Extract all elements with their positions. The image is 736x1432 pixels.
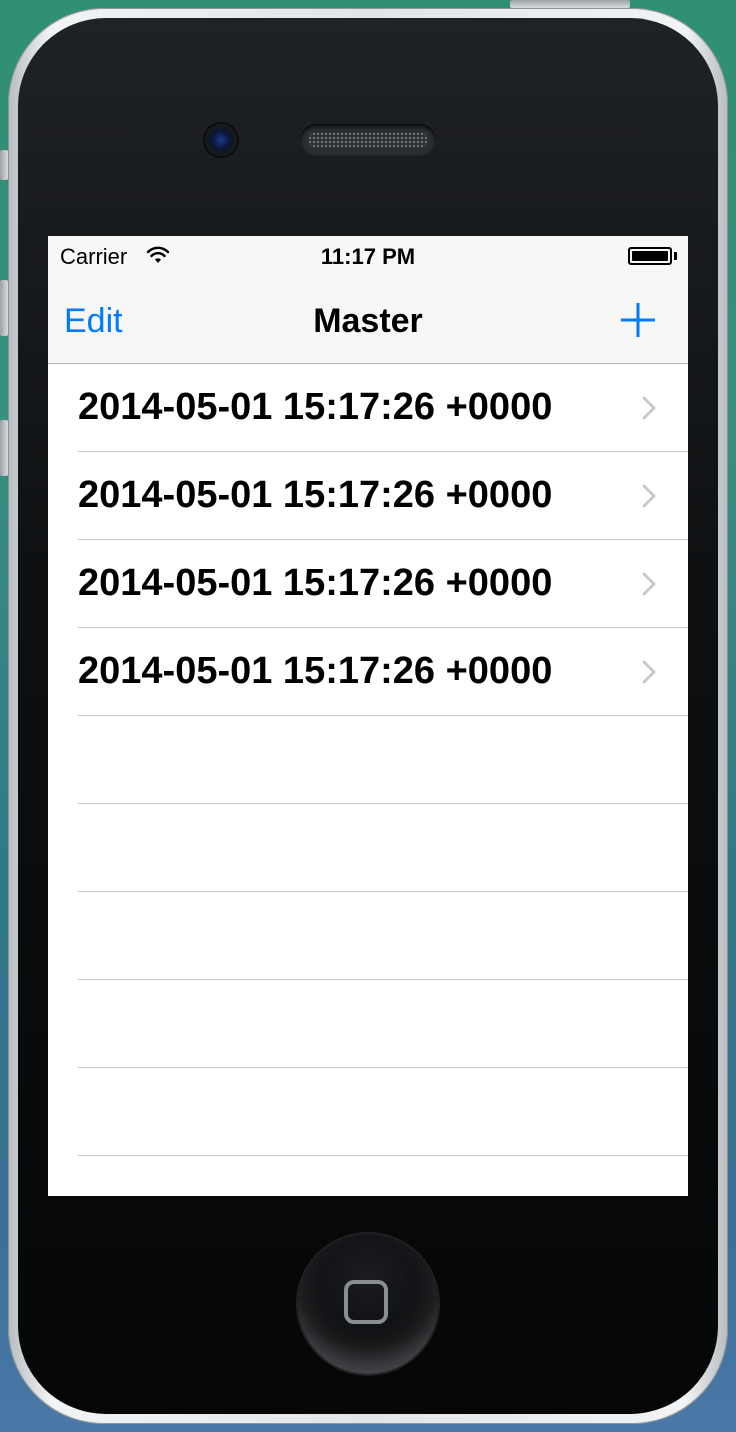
- battery-fill: [632, 251, 668, 261]
- screen: Carrier 11:17 PM Edit Master 2014-05-01 …: [48, 236, 688, 1196]
- table-row[interactable]: 2014-05-01 15:17:26 +0000: [48, 628, 688, 716]
- add-button[interactable]: [620, 302, 656, 338]
- row-label: 2014-05-01 15:17:26 +0000: [78, 474, 553, 516]
- empty-row: [48, 1156, 688, 1196]
- navigation-bar: Edit Master: [48, 276, 688, 364]
- mute-switch: [0, 150, 8, 180]
- chevron-right-icon: [642, 572, 656, 596]
- page-title: Master: [313, 302, 423, 340]
- table-row[interactable]: 2014-05-01 15:17:26 +0000: [48, 364, 688, 452]
- row-label: 2014-05-01 15:17:26 +0000: [78, 650, 553, 692]
- home-square-icon: [344, 1280, 388, 1324]
- table-row[interactable]: 2014-05-01 15:17:26 +0000: [48, 540, 688, 628]
- battery-tip: [674, 252, 677, 260]
- chevron-right-icon: [642, 396, 656, 420]
- row-label: 2014-05-01 15:17:26 +0000: [78, 386, 553, 428]
- chevron-right-icon: [642, 660, 656, 684]
- front-camera: [205, 124, 237, 156]
- empty-row: [48, 804, 688, 892]
- empty-row: [48, 1068, 688, 1156]
- empty-row: [48, 716, 688, 804]
- row-label: 2014-05-01 15:17:26 +0000: [78, 562, 553, 604]
- table-view[interactable]: 2014-05-01 15:17:26 +0000 2014-05-01 15:1…: [48, 364, 688, 1196]
- earpiece-speaker: [300, 124, 436, 156]
- status-bar: Carrier 11:17 PM: [48, 236, 688, 276]
- table-row[interactable]: 2014-05-01 15:17:26 +0000: [48, 452, 688, 540]
- home-button[interactable]: [298, 1234, 438, 1374]
- battery-icon: [628, 247, 672, 265]
- empty-row: [48, 892, 688, 980]
- volume-up-button: [0, 280, 8, 336]
- empty-row: [48, 980, 688, 1068]
- status-time: 11:17 PM: [320, 244, 416, 269]
- power-button: [510, 0, 630, 8]
- volume-down-button: [0, 420, 8, 476]
- chevron-right-icon: [642, 484, 656, 508]
